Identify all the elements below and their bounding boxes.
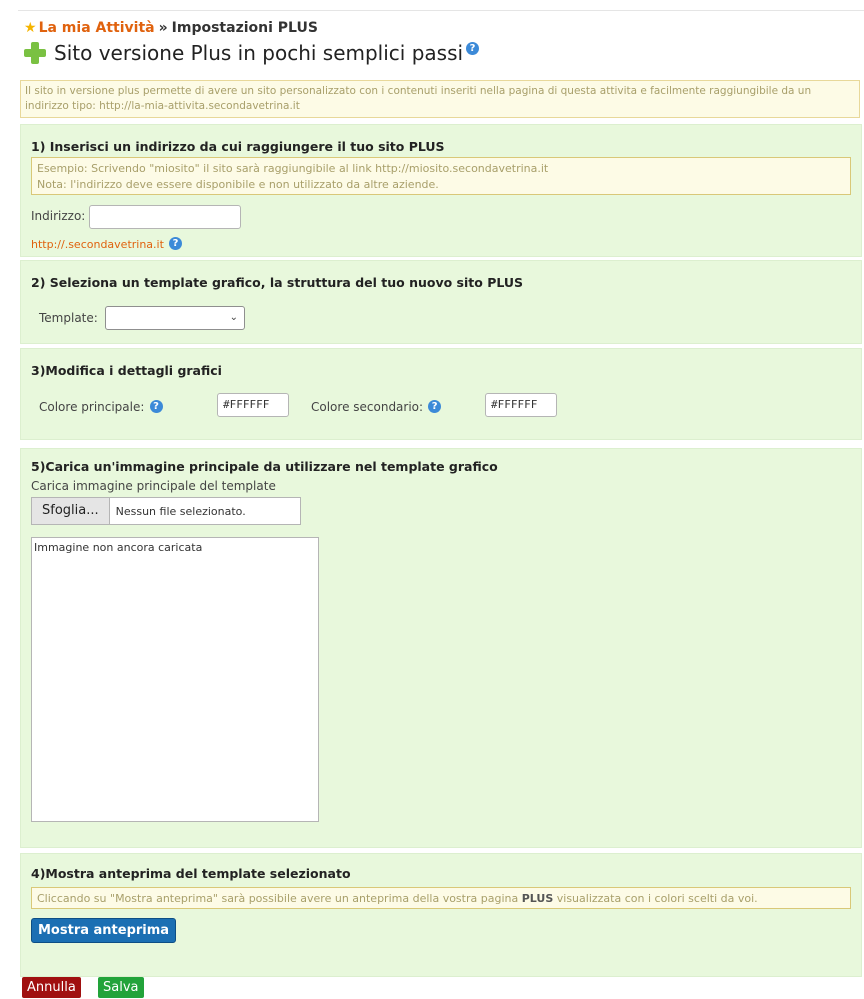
browse-button[interactable]: Sfoglia... <box>32 498 110 524</box>
page-title: Sito versione Plus in pochi semplici pas… <box>54 41 464 65</box>
save-button[interactable]: Salva <box>98 977 144 998</box>
upload-label: Carica immagine principale del template <box>31 479 276 493</box>
preview-button[interactable]: Mostra anteprima <box>31 918 177 943</box>
step1-title: 1) Inserisci un indirizzo da cui raggiun… <box>31 139 445 154</box>
primary-color-input[interactable]: #FFFFFF <box>217 393 289 417</box>
primary-color-label: Colore principale: <box>39 400 145 414</box>
help-icon[interactable]: ? <box>149 400 163 413</box>
step4-title: 4)Mostra anteprima del template selezion… <box>31 866 351 881</box>
step2-title: 2) Seleziona un template grafico, la str… <box>31 275 524 290</box>
address-label: Indirizzo: <box>31 209 86 223</box>
help-icon[interactable]: ? <box>466 41 480 55</box>
address-input[interactable] <box>89 205 241 229</box>
intro-notice: Il sito in versione plus permette di ave… <box>20 80 860 118</box>
step4-note-plus: PLUS <box>521 892 554 905</box>
step1-note-example: Esempio: Scrivendo "miosito" il sito sar… <box>37 162 549 175</box>
page-top-border <box>18 10 864 11</box>
chevron-down-icon: ⌄ <box>229 312 238 323</box>
breadcrumb-separator: » <box>158 20 168 36</box>
page-title-row: Sito versione Plus in pochi semplici pas… <box>24 41 480 65</box>
step1-section: 1) Inserisci un indirizzo da cui raggiun… <box>20 124 862 257</box>
image-preview-box: Immagine non ancora caricata <box>31 537 319 822</box>
step4-note-text: Cliccando su "Mostra anteprima" sarà pos… <box>37 892 522 905</box>
template-select[interactable]: ⌄ <box>105 306 245 330</box>
step4-note: Cliccando su "Mostra anteprima" sarà pos… <box>31 887 851 909</box>
url-preview: http://.secondavetrina.it ? <box>31 233 183 252</box>
step1-note: Esempio: Scrivendo "miosito" il sito sar… <box>31 157 851 195</box>
secondary-color-label-row: Colore secondario: ? <box>311 396 442 415</box>
step4-section: 4)Mostra anteprima del template selezion… <box>20 853 862 977</box>
cancel-button[interactable]: Annulla <box>22 977 81 998</box>
step2-section: 2) Seleziona un template grafico, la str… <box>20 260 862 344</box>
secondary-color-label: Colore secondario: <box>311 400 424 414</box>
plus-icon <box>24 42 46 64</box>
breadcrumb-current: Impostazioni PLUS <box>171 20 318 36</box>
help-icon[interactable]: ? <box>428 400 442 413</box>
secondary-color-input[interactable]: #FFFFFF <box>485 393 557 417</box>
step3-section: 3)Modifica i dettagli grafici Colore pri… <box>20 348 862 440</box>
step4-note-text-end: visualizzata con i colori scelti da voi. <box>553 892 758 905</box>
primary-color-label-row: Colore principale: ? <box>39 396 163 415</box>
step3-title: 3)Modifica i dettagli grafici <box>31 363 222 378</box>
breadcrumb-link-activity[interactable]: La mia Attività <box>39 20 155 36</box>
breadcrumb: ★ La mia Attività» Impostazioni PLUS <box>24 20 318 36</box>
url-preview-text: http://.secondavetrina.it <box>31 238 164 251</box>
image-placeholder-text: Immagine non ancora caricata <box>34 541 203 554</box>
template-label: Template: <box>39 311 98 325</box>
step1-note-availability: Nota: l'indirizzo deve essere disponibil… <box>37 178 439 191</box>
no-file-text: Nessun file selezionato. <box>115 505 246 518</box>
step5-section: 5)Carica un'immagine principale da utili… <box>20 448 862 848</box>
star-icon: ★ <box>24 20 37 36</box>
help-icon[interactable]: ? <box>169 237 183 250</box>
file-upload-field[interactable]: Sfoglia... Nessun file selezionato. <box>31 497 301 525</box>
step5-title: 5)Carica un'immagine principale da utili… <box>31 459 498 474</box>
